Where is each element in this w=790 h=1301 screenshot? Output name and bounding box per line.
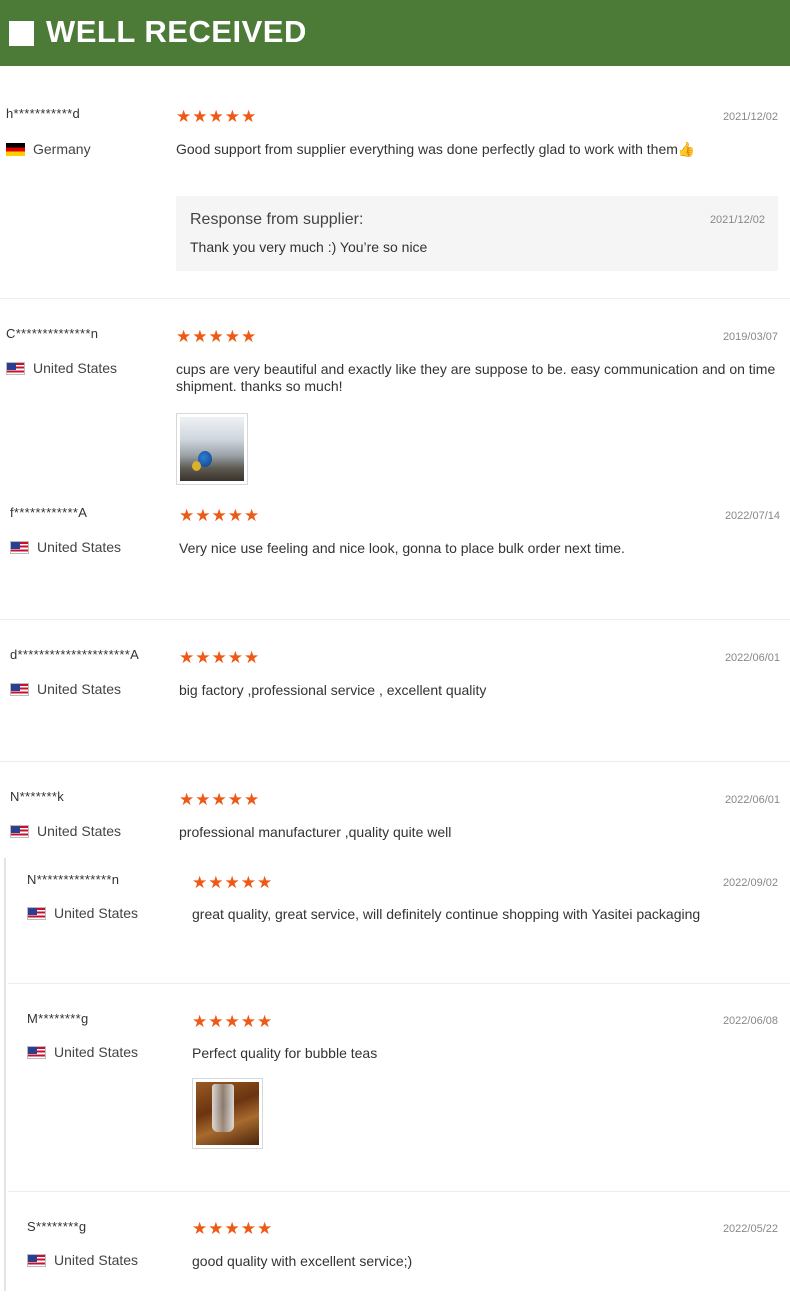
star-rating: ★★★★★ bbox=[192, 1012, 274, 1032]
star-rating: ★★★★★ bbox=[176, 107, 258, 127]
review-date: 2022/06/01 bbox=[724, 652, 780, 664]
country-label: United States bbox=[54, 1252, 139, 1268]
divider bbox=[8, 983, 790, 984]
reviewer-name: N**************n bbox=[27, 872, 120, 887]
reviewer-country: United States bbox=[27, 1251, 138, 1269]
reviewer-name: S********g bbox=[27, 1219, 87, 1234]
reviewer-country: United States bbox=[10, 822, 121, 840]
reviewer-country: United States bbox=[10, 680, 121, 698]
country-label: United States bbox=[33, 360, 118, 376]
country-label: Germany bbox=[33, 141, 91, 157]
reviewer-name: f************A bbox=[10, 505, 88, 520]
review-text: Very nice use feeling and nice look, gon… bbox=[179, 540, 625, 556]
reviewer-name: h***********d bbox=[6, 106, 81, 121]
response-title: Response from supplier: bbox=[190, 211, 364, 228]
divider bbox=[0, 761, 790, 762]
review-text: great quality, great service, will defin… bbox=[192, 906, 701, 922]
star-rating: ★★★★★ bbox=[179, 506, 261, 526]
star-rating: ★★★★★ bbox=[179, 790, 261, 810]
page-title: WELL RECEIVED bbox=[46, 14, 307, 49]
review-text: cups are very beautiful and exactly like… bbox=[176, 361, 776, 394]
review-date: 2022/05/22 bbox=[722, 1223, 778, 1235]
country-label: United States bbox=[37, 539, 122, 555]
response-date: 2021/12/02 bbox=[709, 214, 765, 226]
us-flag-icon bbox=[10, 824, 29, 838]
review-photo-thumbnail[interactable] bbox=[176, 413, 248, 485]
review-date: 2022/09/02 bbox=[722, 877, 778, 889]
supplier-response: Response from supplier: 2021/12/02 Thank… bbox=[176, 196, 778, 271]
country-label: United States bbox=[54, 905, 139, 921]
reviewer-name: M********g bbox=[27, 1011, 89, 1026]
response-text: Thank you very much :) You’re so nice bbox=[190, 239, 428, 255]
square-icon bbox=[9, 21, 34, 46]
us-flag-icon bbox=[27, 1253, 46, 1267]
review-date: 2021/12/02 bbox=[722, 111, 778, 123]
reviewer-country: United States bbox=[27, 904, 138, 922]
star-rating: ★★★★★ bbox=[192, 1219, 274, 1239]
review-text: professional manufacturer ,quality quite… bbox=[179, 824, 452, 840]
header-banner: WELL RECEIVED bbox=[0, 0, 790, 66]
star-rating: ★★★★★ bbox=[179, 648, 261, 668]
us-flag-icon bbox=[10, 540, 29, 554]
section-edge bbox=[4, 858, 6, 1291]
review-text: Good support from supplier everything wa… bbox=[176, 141, 696, 157]
cup-photo bbox=[180, 417, 244, 481]
us-flag-icon bbox=[10, 682, 29, 696]
reviewer-country: United States bbox=[10, 538, 121, 556]
reviewer-name: C**************n bbox=[6, 326, 99, 341]
review-date: 2022/07/14 bbox=[724, 510, 780, 522]
review-date: 2022/06/08 bbox=[722, 1015, 778, 1027]
review-photo-thumbnail[interactable] bbox=[192, 1078, 263, 1149]
star-rating: ★★★★★ bbox=[192, 873, 274, 893]
germany-flag-icon bbox=[6, 142, 25, 156]
us-flag-icon bbox=[27, 1045, 46, 1059]
country-label: United States bbox=[54, 1044, 139, 1060]
review-text: big factory ,professional service , exce… bbox=[179, 682, 487, 698]
us-flag-icon bbox=[27, 906, 46, 920]
reviewer-country: United States bbox=[6, 359, 117, 377]
star-rating: ★★★★★ bbox=[176, 327, 258, 347]
cup-on-table-photo bbox=[196, 1082, 259, 1145]
divider bbox=[0, 298, 790, 299]
reviewer-name: d*********************A bbox=[10, 647, 140, 662]
country-label: United States bbox=[37, 823, 122, 839]
review-text: good quality with excellent service;) bbox=[192, 1253, 413, 1269]
divider bbox=[0, 619, 790, 620]
reviewer-country: United States bbox=[27, 1043, 138, 1061]
review-text: Perfect quality for bubble teas bbox=[192, 1045, 378, 1061]
review-date: 2022/06/01 bbox=[724, 794, 780, 806]
reviewer-country: Germany bbox=[6, 140, 91, 158]
reviewer-name: N*******k bbox=[10, 789, 65, 804]
divider bbox=[8, 1191, 790, 1192]
country-label: United States bbox=[37, 681, 122, 697]
review-date: 2019/03/07 bbox=[722, 331, 778, 343]
us-flag-icon bbox=[6, 361, 25, 375]
